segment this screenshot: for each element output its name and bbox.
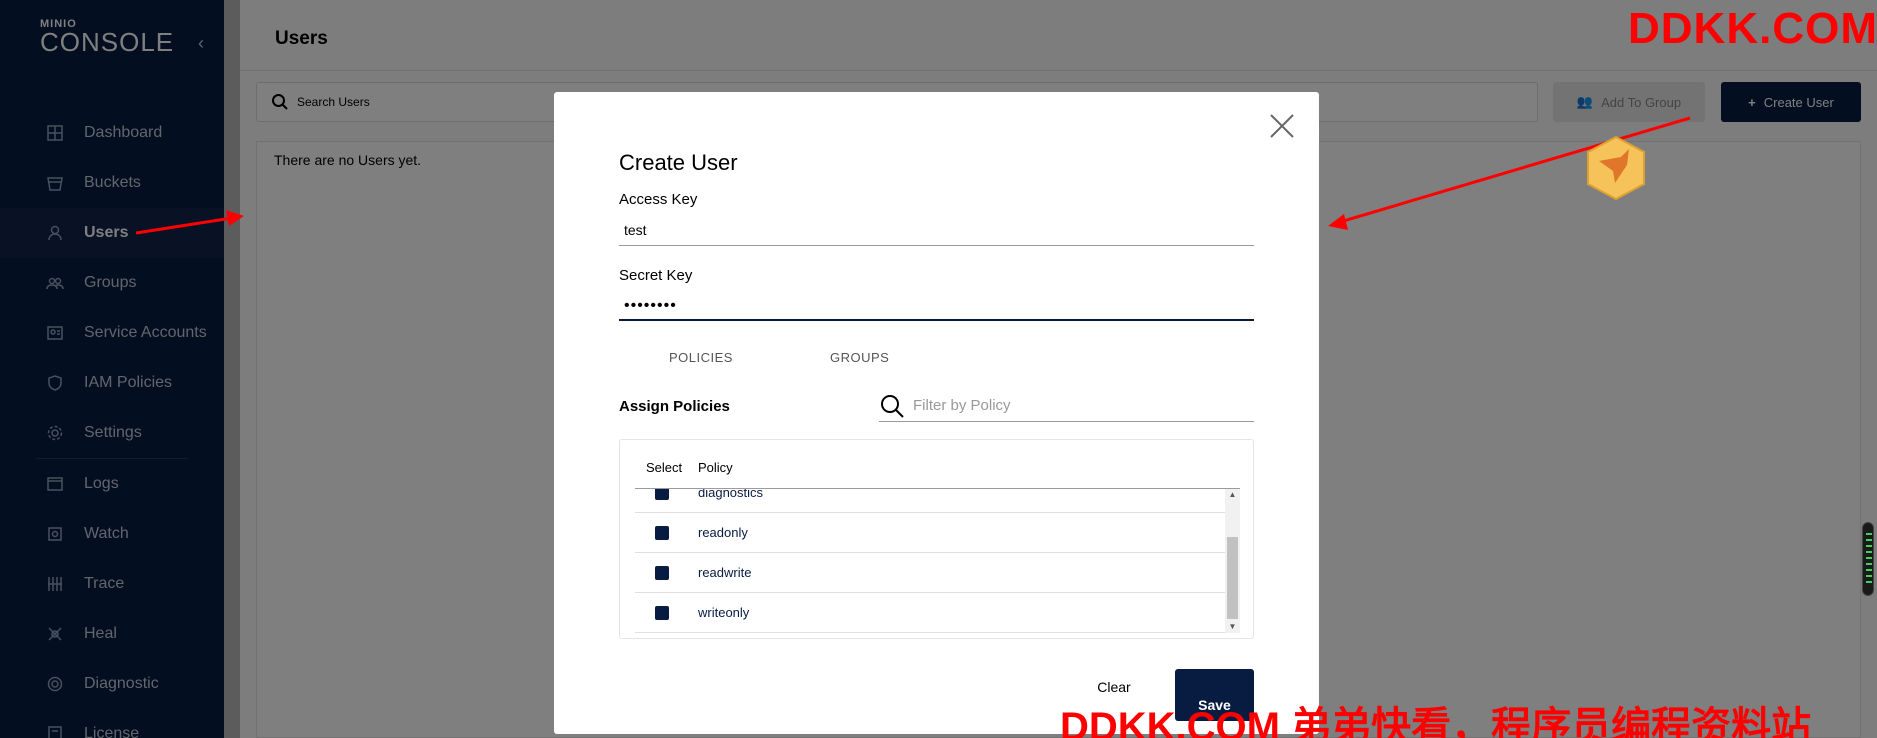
close-icon[interactable] (1268, 112, 1296, 140)
policy-table-scrollbar[interactable]: ▲ ▼ (1225, 489, 1240, 633)
assign-tabs: POLICIES GROUPS (619, 350, 1254, 374)
policy-name: readonly (698, 525, 748, 540)
volume-meter-icon[interactable] (1862, 522, 1874, 596)
modal-title: Create User (619, 150, 738, 175)
meter-bar (1866, 575, 1872, 577)
policy-name: diagnostics (698, 489, 764, 500)
meter-bar (1866, 545, 1872, 547)
table-row[interactable]: readwrite (635, 553, 1225, 593)
bird-logo-icon[interactable] (1585, 135, 1647, 201)
tab-groups[interactable]: GROUPS (830, 350, 889, 365)
policy-rows: diagnostics readonly readwrite writeonly (635, 489, 1225, 633)
column-header-select: Select (646, 460, 683, 475)
access-key-input[interactable] (619, 214, 1254, 246)
table-row[interactable]: writeonly (635, 593, 1225, 633)
create-user-modal: Create User Access Key Secret Key ••••••… (554, 92, 1319, 734)
meter-bar (1866, 569, 1872, 571)
scroll-down-icon[interactable]: ▼ (1225, 621, 1240, 633)
secret-key-label: Secret Key (619, 267, 693, 284)
table-row[interactable]: readonly (635, 513, 1225, 553)
column-header-policy: Policy (698, 460, 733, 475)
policy-checkbox[interactable] (655, 606, 669, 620)
scroll-up-icon[interactable]: ▲ (1225, 489, 1240, 501)
filter-policy-input[interactable]: Filter by Policy (879, 390, 1254, 422)
policy-name: writeonly (698, 605, 750, 620)
secret-key-input[interactable]: •••••••• (619, 289, 1254, 321)
meter-bar (1866, 539, 1872, 541)
policy-table: Select Policy diagnostics readonly readw… (619, 439, 1254, 639)
assign-policies-label: Assign Policies (619, 398, 730, 415)
access-key-label: Access Key (619, 191, 698, 208)
filter-placeholder: Filter by Policy (913, 397, 1011, 414)
meter-bar (1866, 557, 1872, 559)
policy-name: readwrite (698, 565, 752, 580)
policy-checkbox[interactable] (655, 526, 669, 540)
watermark-bottom: DDKK.COM 弟弟快看，程序员编程资料站 (1060, 705, 1812, 738)
policy-checkbox[interactable] (655, 566, 669, 580)
meter-bar (1866, 581, 1872, 583)
scroll-thumb[interactable] (1227, 537, 1238, 619)
tab-policies[interactable]: POLICIES (669, 350, 733, 365)
policy-checkbox[interactable] (655, 489, 669, 500)
search-icon (881, 394, 904, 418)
table-row[interactable]: diagnostics (635, 489, 1225, 513)
meter-bar (1866, 533, 1872, 535)
meter-bar (1866, 551, 1872, 553)
watermark-top: DDKK.COM (1628, 4, 1877, 53)
meter-bar (1866, 563, 1872, 565)
